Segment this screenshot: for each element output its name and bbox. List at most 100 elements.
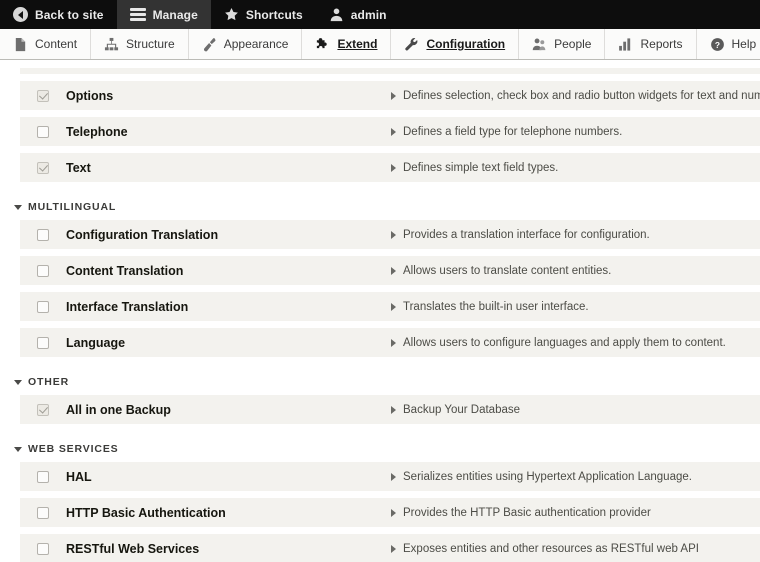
module-section-header[interactable]: WEB SERVICES [0,431,760,462]
admin-bar-item-shortcuts[interactable]: Shortcuts [211,0,316,29]
hamburger-icon [129,8,146,21]
module-section-label: OTHER [28,376,69,388]
wrench-icon [404,37,419,52]
module-checkbox-cell [20,89,66,102]
module-checkbox-cell [20,470,66,483]
module-description-cell[interactable]: Allows users to configure languages and … [391,337,760,349]
tab-label: People [554,37,592,51]
admin-bar-item-label: Shortcuts [245,7,303,22]
module-description: Defines simple text field types. [403,161,559,174]
tab-label: Reports [640,37,683,51]
module-description: Provides the HTTP Basic authentication p… [403,506,651,519]
module-checkbox-cell [20,264,66,277]
tab-extend[interactable]: Extend [302,29,392,59]
module-description: Backup Your Database [403,403,521,416]
chevron-right-icon [391,91,396,100]
module-enable-checkbox[interactable] [37,506,49,519]
document-icon [13,37,28,52]
module-row: HTTP Basic Authentication Provides the HT… [20,498,760,527]
chevron-right-icon [391,338,396,347]
module-checkbox-cell [20,542,66,555]
module-enable-checkbox[interactable] [37,542,49,555]
admin-menu-tabs: Content Structure Appearance Extend Configur… [0,29,760,60]
module-enable-checkbox [37,403,49,416]
module-description: Serializes entities using Hypertext Appl… [403,470,692,483]
module-description-cell[interactable]: Defines selection, check box and radio b… [391,90,760,102]
module-enable-checkbox[interactable] [37,300,49,313]
back-arrow-icon [13,7,28,22]
module-name: Options [66,88,114,103]
tab-configuration[interactable]: Configuration [391,29,520,59]
tab-appearance[interactable]: Appearance [189,29,303,59]
chevron-right-icon [391,230,396,239]
module-description: Allows users to translate content entiti… [403,264,612,277]
tab-label: Configuration [426,37,506,51]
tab-reports[interactable]: Reports [605,29,697,59]
module-row: Options Defines selection, check box and … [20,81,760,110]
admin-bar-item-back-to-site[interactable]: Back to site [0,0,117,29]
module-description-cell[interactable]: Exposes entities and other resources as … [391,543,760,555]
chevron-right-icon [391,472,396,481]
module-checkbox-cell [20,161,66,174]
tab-label: Help [731,37,757,51]
module-row: Telephone Defines a field type for teleph… [20,117,760,146]
module-name: Content Translation [66,263,184,278]
module-description-cell[interactable]: Defines simple text field types. [391,162,760,174]
module-row-partial [20,68,760,74]
module-row: All in one Backup Backup Your Database [20,395,760,424]
module-enable-checkbox [37,89,49,102]
chevron-right-icon [391,163,396,172]
module-description-cell[interactable]: Translates the built-in user interface. [391,301,760,313]
paintbrush-icon [202,37,217,52]
module-section-label: WEB SERVICES [28,443,119,455]
puzzle-piece-icon [315,37,330,52]
chevron-down-icon [14,204,22,210]
question-mark-icon: ? [710,37,725,52]
module-enable-checkbox[interactable] [37,470,49,483]
admin-bar-item-label: Manage [152,7,198,22]
module-description-cell[interactable]: Provides the HTTP Basic authentication p… [391,507,760,519]
module-description-cell[interactable]: Defines a field type for telephone numbe… [391,126,760,138]
chevron-right-icon [391,302,396,311]
module-description-cell[interactable]: Allows users to translate content entiti… [391,265,760,277]
module-description-cell[interactable]: Serializes entities using Hypertext Appl… [391,471,760,483]
tab-structure[interactable]: Structure [91,29,189,59]
module-description: Provides a translation interface for con… [403,228,650,241]
module-enable-checkbox[interactable] [37,125,49,138]
module-name: Text [66,160,91,175]
module-checkbox-cell [20,125,66,138]
admin-toolbar: Back to site Manage Shortcuts admin [0,0,760,29]
module-row: HAL Serializes entities using Hypertext A… [20,462,760,491]
module-description-cell[interactable]: Backup Your Database [391,404,760,416]
module-checkbox-cell [20,228,66,241]
tab-help[interactable]: ? Help [697,29,760,59]
module-section-label: MULTILINGUAL [28,201,117,213]
sitemap-icon [104,37,119,52]
module-section-header[interactable]: MULTILINGUAL [0,189,760,220]
module-enable-checkbox[interactable] [37,264,49,277]
module-description: Exposes entities and other resources as … [403,542,699,555]
module-description-cell[interactable]: Provides a translation interface for con… [391,229,760,241]
user-icon [329,7,344,22]
module-checkbox-cell [20,300,66,313]
module-name: Interface Translation [66,299,189,314]
admin-bar-item-label: Back to site [35,7,104,22]
module-name: HTTP Basic Authentication [66,505,226,520]
tab-content[interactable]: Content [0,29,92,59]
module-enable-checkbox[interactable] [37,228,49,241]
module-row: Language Allows users to configure langua… [20,328,760,357]
chevron-right-icon [391,508,396,517]
people-icon [532,37,547,52]
module-name: HAL [66,469,92,484]
admin-bar-item-admin[interactable]: admin [316,0,400,29]
tab-label: Content [35,37,78,51]
star-icon [224,7,239,22]
tab-label: Extend [337,37,378,51]
module-enable-checkbox[interactable] [37,336,49,349]
tab-people[interactable]: People [519,29,606,59]
admin-bar-item-manage[interactable]: Manage [116,0,211,29]
module-name: All in one Backup [66,402,171,417]
bar-chart-icon [618,37,633,52]
module-section-header[interactable]: OTHER [0,364,760,395]
module-description: Translates the built-in user interface. [403,300,589,313]
